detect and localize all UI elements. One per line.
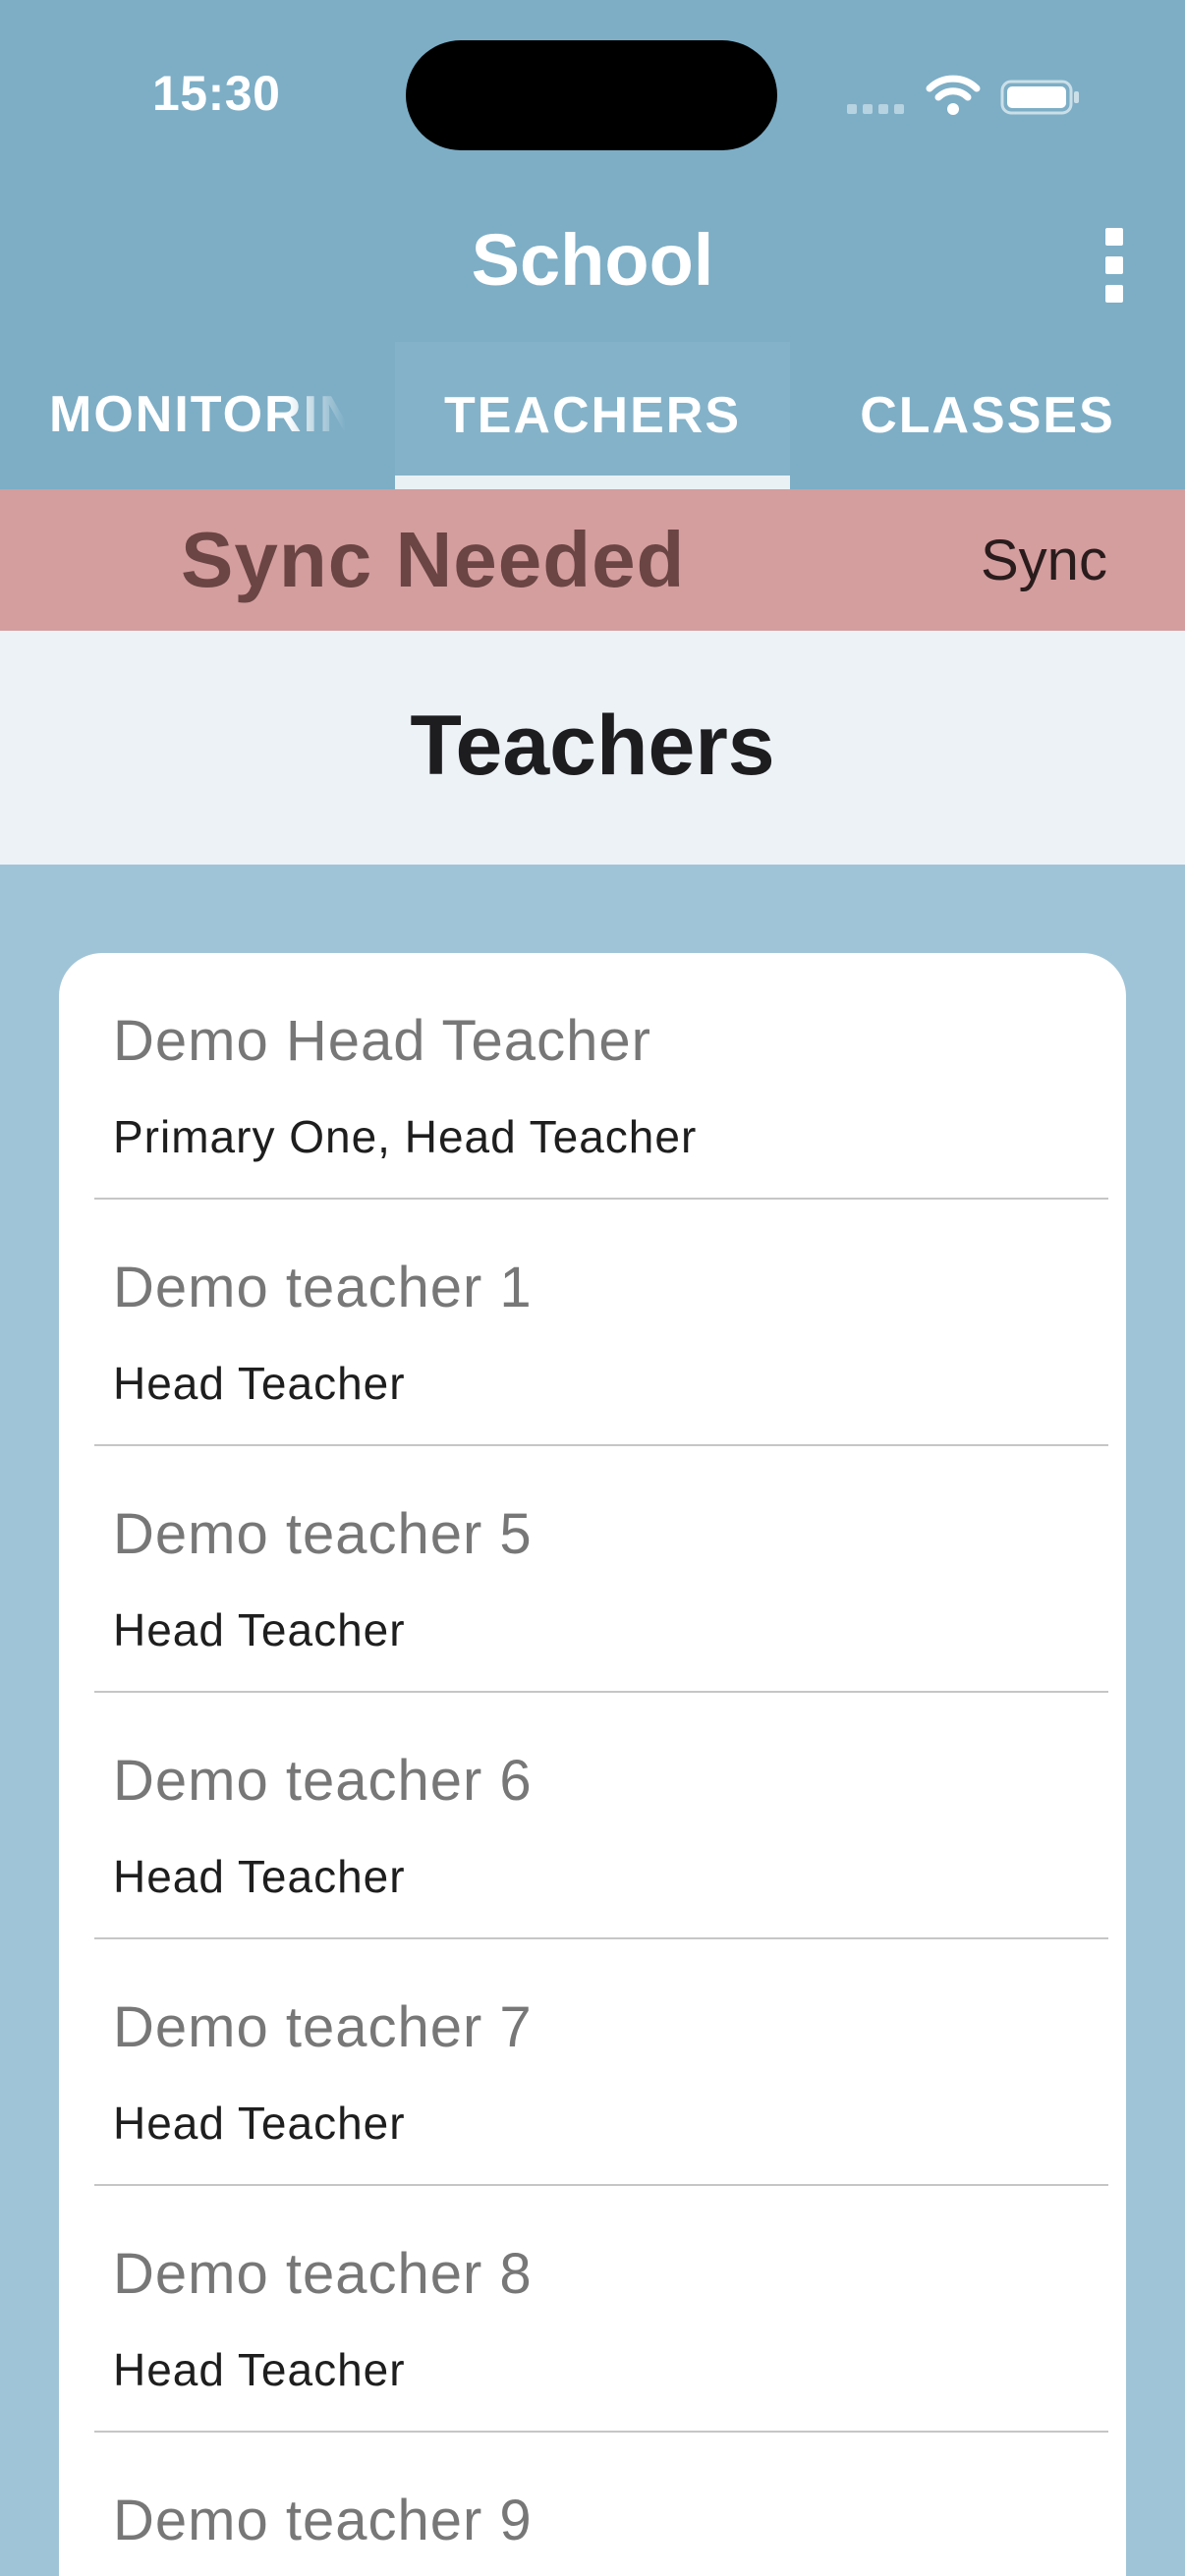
teacher-role: Head Teacher: [113, 2344, 406, 2395]
teacher-list-item[interactable]: Demo teacher 7 Head Teacher: [59, 1939, 1126, 2186]
status-time: 15:30: [152, 66, 281, 121]
wifi-icon: [926, 75, 981, 115]
teacher-name: Demo teacher 7: [113, 1995, 533, 2059]
tab-monitoring[interactable]: MONITORING: [0, 342, 395, 489]
teacher-name: Demo teacher 5: [113, 1502, 533, 1566]
battery-icon: [1000, 80, 1079, 115]
teacher-role: Head Teacher: [113, 1358, 406, 1409]
teacher-role: Primary One, Head Teacher: [113, 1111, 698, 1162]
tab-selected-indicator: [395, 476, 790, 489]
tab-teachers-label: TEACHERS: [443, 387, 742, 444]
tab-monitoring-label: MONITORING: [49, 386, 346, 443]
teacher-list-item[interactable]: Demo teacher 1 Head Teacher: [59, 1200, 1126, 1446]
teacher-name: Demo teacher 6: [113, 1749, 533, 1813]
sync-button[interactable]: Sync: [981, 527, 1107, 595]
teacher-list-item[interactable]: Demo teacher 9: [59, 2433, 1126, 2576]
tab-classes[interactable]: CLASSES: [790, 342, 1185, 489]
tab-bar: MONITORING TEACHERS CLASSES: [0, 342, 1185, 489]
teacher-name: Demo teacher 8: [113, 2242, 533, 2306]
teacher-role: Head Teacher: [113, 2098, 406, 2149]
teacher-role: Head Teacher: [113, 1851, 406, 1902]
app-screen: 15:30 School MONITORING TEACHERS: [0, 0, 1185, 2576]
sync-needed-message: Sync Needed: [181, 516, 686, 603]
teacher-name: Demo teacher 1: [113, 1256, 533, 1319]
page-title: Teachers: [410, 699, 775, 793]
teacher-name: Demo teacher 9: [113, 2489, 533, 2552]
teacher-list-item[interactable]: Demo teacher 6 Head Teacher: [59, 1693, 1126, 1939]
sync-banner: Sync Needed Sync: [0, 489, 1185, 631]
tab-classes-label: CLASSES: [860, 387, 1115, 444]
teacher-list-item[interactable]: Demo Head Teacher Primary One, Head Teac…: [59, 953, 1126, 1200]
app-header: 15:30 School MONITORING TEACHERS: [0, 0, 1185, 489]
teacher-list: Demo Head Teacher Primary One, Head Teac…: [59, 953, 1126, 2576]
cellular-signal-icon: [847, 104, 904, 114]
page-heading: Teachers: [0, 631, 1185, 865]
teacher-list-item[interactable]: Demo teacher 8 Head Teacher: [59, 2186, 1126, 2433]
teacher-name: Demo Head Teacher: [113, 1009, 651, 1073]
teacher-list-item[interactable]: Demo teacher 5 Head Teacher: [59, 1446, 1126, 1693]
teacher-role: Head Teacher: [113, 1604, 406, 1655]
dynamic-island: [406, 40, 777, 150]
more-vertical-icon[interactable]: [1091, 228, 1138, 303]
tab-teachers[interactable]: TEACHERS: [395, 342, 790, 489]
app-title: School: [471, 219, 714, 301]
